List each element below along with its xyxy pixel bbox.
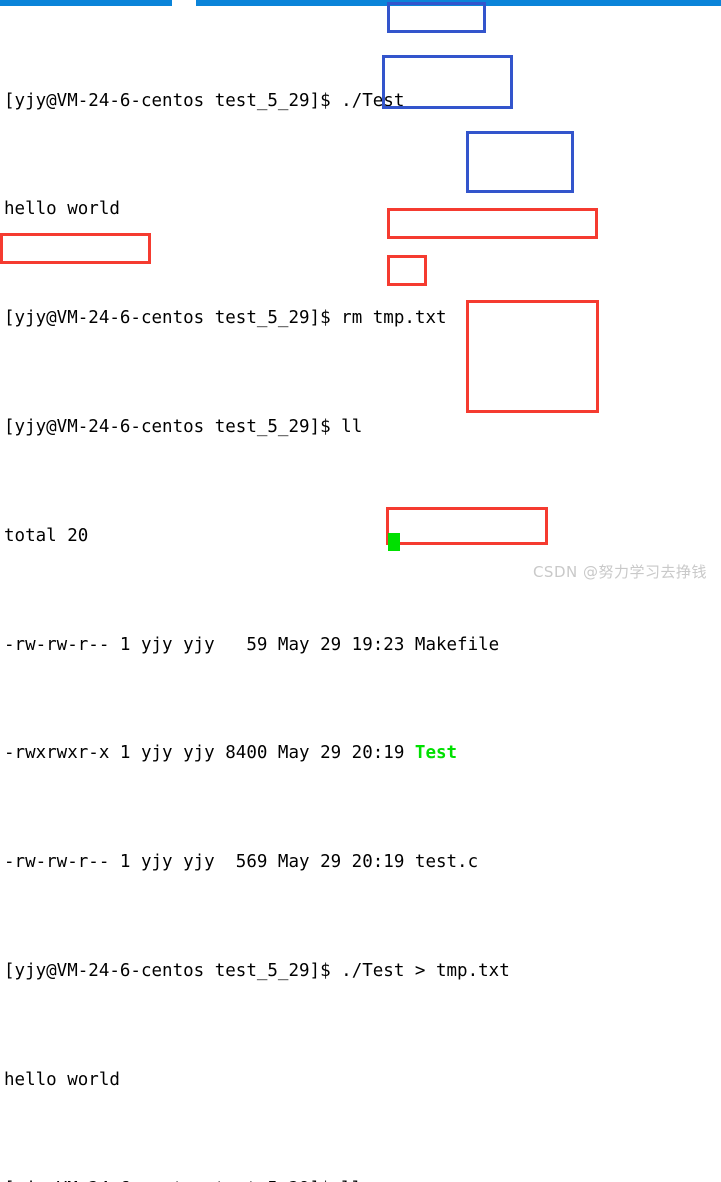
csdn-watermark: CSDN @努力学习去挣钱 (532, 563, 707, 581)
terminal-line: [yjy@VM-24-6-centos test_5_29]$ rm tmp.t… (0, 305, 721, 332)
command-output: total 20 (4, 525, 89, 546)
terminal-line: -rw-rw-r-- 1 yjy yjy 569 May 29 20:19 te… (0, 849, 721, 876)
terminal-line: [yjy@VM-24-6-centos test_5_29]$ ll (0, 1176, 721, 1182)
shell-command: ll (341, 1179, 362, 1182)
shell-prompt: [yjy@VM-24-6-centos test_5_29]$ (4, 417, 342, 437)
terminal-line: -rwxrwxr-x 1 yjy yjy 8400 May 29 20:19 T… (0, 740, 721, 767)
terminal-line: [yjy@VM-24-6-centos test_5_29]$ ll (0, 414, 721, 441)
file-name: test.c (414, 852, 479, 873)
terminal-output[interactable]: [yjy@VM-24-6-centos test_5_29]$ ./Test h… (0, 6, 721, 1182)
terminal-line: -rw-rw-r-- 1 yjy yjy 59 May 29 19:23 Mak… (0, 632, 721, 659)
terminal-line: total 20 (0, 523, 721, 550)
terminal-line: [yjy@VM-24-6-centos test_5_29]$ ./Test >… (0, 958, 721, 985)
terminal-line: hello world (0, 1067, 721, 1094)
shell-prompt: [yjy@VM-24-6-centos test_5_29]$ (4, 960, 342, 981)
file-entry-meta: -rw-rw-r-- 1 yjy yjy 569 May 29 20:19 (4, 852, 415, 873)
shell-command: rm tmp.txt (341, 308, 447, 329)
file-entry-meta: -rw-rw-r-- 1 yjy yjy 59 May 29 19:23 (4, 634, 415, 655)
shell-prompt: [yjy@VM-24-6-centos test_5_29]$ (4, 90, 342, 111)
command-output: hello world (4, 1069, 120, 1090)
terminal-line: [yjy@VM-24-6-centos test_5_29]$ ./Test (0, 88, 721, 115)
terminal-line: hello world (0, 196, 721, 223)
shell-command: ./Test (341, 90, 405, 111)
shell-command: ./Test > tmp.txt (341, 960, 510, 981)
shell-prompt: [yjy@VM-24-6-centos test_5_29]$ (4, 1179, 341, 1182)
shell-command: ll (341, 417, 363, 437)
shell-prompt: [yjy@VM-24-6-centos test_5_29]$ (4, 308, 342, 329)
file-name: Makefile (414, 634, 500, 655)
file-name-executable: Test (414, 743, 458, 764)
terminal-cursor-block (388, 533, 400, 551)
file-entry-meta: -rwxrwxr-x 1 yjy yjy 8400 May 29 20:19 (4, 743, 415, 764)
command-output: hello world (4, 199, 120, 220)
